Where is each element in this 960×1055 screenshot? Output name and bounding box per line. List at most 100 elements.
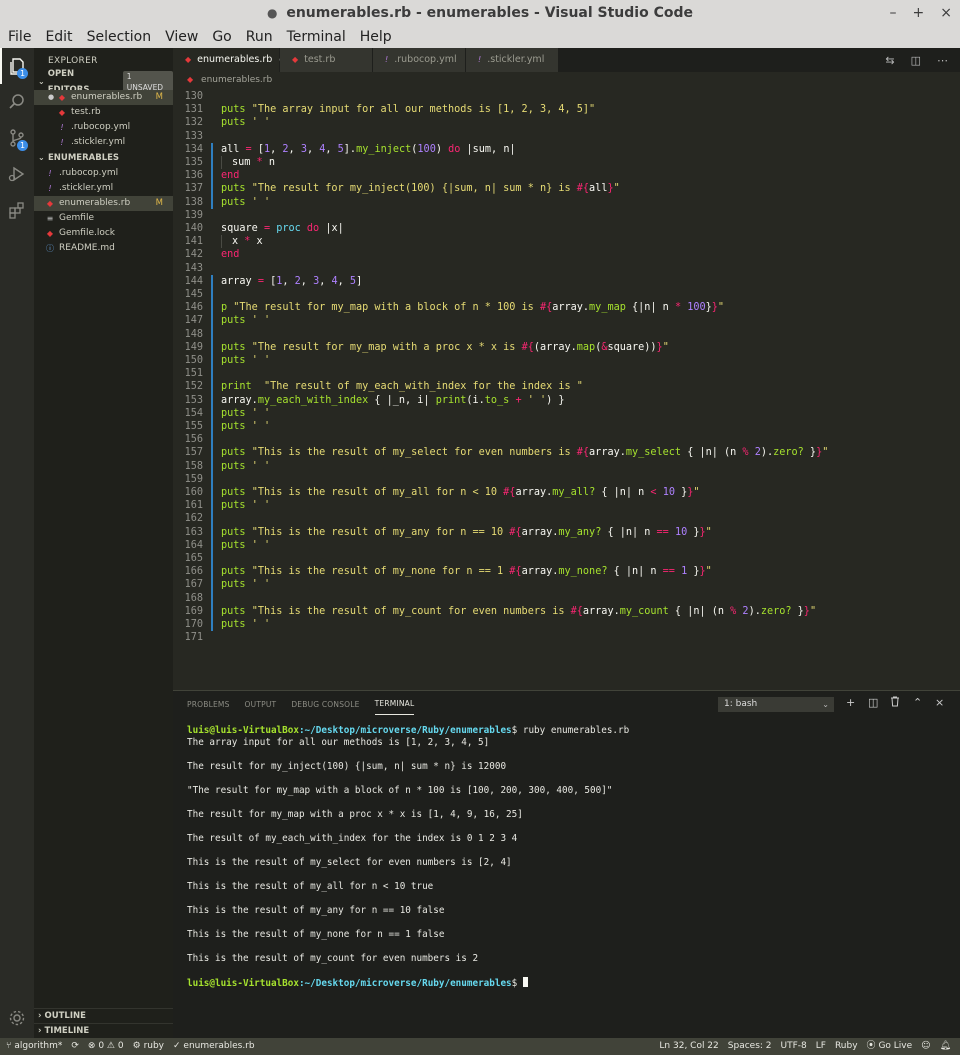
code-line: 132 puts ' '	[173, 116, 833, 129]
language-mode[interactable]: Ruby	[835, 1038, 858, 1055]
file-item[interactable]: ◆ Gemfile.lock	[34, 226, 173, 241]
git-change-marker	[211, 525, 213, 539]
editor-tab[interactable]: ◆ test.rb	[280, 48, 372, 72]
yml-icon: !	[48, 169, 52, 178]
feedback-icon[interactable]: ☺	[921, 1038, 930, 1055]
terminal-output[interactable]: luis@luis-VirtualBox:~/Desktop/microvers…	[187, 725, 947, 989]
editor-tab[interactable]: ◆enumerables.rb●	[173, 48, 287, 72]
code-token: ' '	[251, 421, 271, 432]
tab-terminal[interactable]: TERMINAL	[374, 693, 415, 715]
file-name: .rubocop.yml	[71, 122, 131, 132]
file-item[interactable]: ! .rubocop.yml	[34, 166, 173, 181]
code-editor[interactable]: 130 131 puts "The array input for all our …	[173, 88, 960, 690]
ruby-indicator[interactable]: ⚙ ruby	[133, 1038, 164, 1055]
file-item[interactable]: ⓘ README.md	[34, 241, 173, 256]
code-line: 144 array = [1, 2, 3, 4, 5]	[173, 274, 833, 288]
explorer-badge: 1	[17, 68, 28, 79]
file-item[interactable]: ● ◆ enumerables.rb M	[34, 90, 173, 105]
prompt-end: $	[511, 978, 523, 989]
file-item[interactable]: ◆ enumerables.rb M	[34, 196, 173, 211]
tab-debug-console[interactable]: DEBUG CONSOLE	[291, 694, 359, 715]
run-debug-button[interactable]	[0, 156, 34, 192]
file-item[interactable]: ≡ Gemfile	[34, 211, 173, 226]
explorer-button[interactable]: 1	[0, 48, 34, 84]
file-item[interactable]: ! .stickler.yml	[34, 181, 173, 196]
code-line: 134 all = [1, 2, 3, 4, 5].my_inject(100) …	[173, 142, 833, 156]
new-terminal-icon[interactable]: +	[846, 696, 855, 709]
terminal-select[interactable]: 1: bash ⌄	[718, 697, 834, 712]
menu-file[interactable]: File	[8, 29, 31, 45]
menu-view[interactable]: View	[165, 29, 198, 45]
close-panel-icon[interactable]: ×	[935, 696, 944, 709]
line-number: 143	[184, 262, 203, 274]
file-name: .stickler.yml	[59, 183, 114, 193]
open-editors-header[interactable]: ⌄ OPEN EDITORS 1 UNSAVED	[34, 69, 173, 95]
folder-header[interactable]: ⌄ ENUMERABLES	[34, 150, 173, 166]
code-token: end	[221, 249, 240, 261]
menu-selection[interactable]: Selection	[87, 29, 152, 45]
maximize-button[interactable]: +	[913, 0, 925, 26]
more-actions-icon[interactable]: ⋯	[937, 54, 948, 67]
line-number: 130	[184, 91, 203, 102]
manage-button[interactable]	[0, 1000, 34, 1036]
problems-indicator[interactable]: ⊗ 0 ⚠ 0	[88, 1038, 124, 1055]
branch-indicator[interactable]: ⑂ algorithm*	[6, 1038, 62, 1055]
extensions-button[interactable]	[0, 192, 34, 228]
menu-help[interactable]: Help	[360, 29, 392, 45]
terminal-line: The result for my_map with a proc x * x …	[187, 809, 523, 820]
git-change-marker	[211, 182, 213, 196]
file-item[interactable]: ! .rubocop.yml	[34, 120, 173, 135]
modified-flag: M	[155, 92, 163, 102]
cursor-position[interactable]: Ln 32, Col 22	[659, 1038, 718, 1055]
code-text: puts ' '	[221, 578, 270, 591]
indentation[interactable]: Spaces: 2	[728, 1038, 772, 1055]
timeline-section[interactable]: › TIMELINE	[34, 1023, 173, 1038]
maximize-panel-icon[interactable]: ⌃	[913, 696, 922, 709]
go-live-button[interactable]: ⦿ Go Live	[867, 1038, 913, 1055]
end-of-line[interactable]: LF	[816, 1038, 826, 1055]
open-changes-icon[interactable]: ⇆	[885, 54, 894, 67]
tab-problems[interactable]: PROBLEMS	[187, 694, 230, 715]
lint-file-indicator[interactable]: ✓ enumerables.rb	[173, 1038, 255, 1055]
file-item[interactable]: ! .stickler.yml	[34, 135, 173, 150]
unsaved-dot: ●	[266, 6, 278, 20]
tab-output[interactable]: OUTPUT	[245, 694, 277, 715]
code-token: my_inject	[356, 143, 412, 155]
go-live-label: Go Live	[878, 1041, 913, 1051]
split-terminal-icon[interactable]: ◫	[868, 696, 878, 709]
line-number: 132	[184, 117, 203, 129]
search-button[interactable]	[0, 84, 34, 120]
editor-tab[interactable]: ! .rubocop.yml	[373, 48, 465, 72]
outline-section[interactable]: › OUTLINE	[34, 1008, 173, 1023]
code-token: {|n| n	[625, 302, 675, 314]
code-token: ,	[306, 143, 320, 155]
code-token: array.	[582, 605, 620, 617]
file-item[interactable]: ◆ test.rb	[34, 105, 173, 120]
editor-tab[interactable]: ! .stickler.yml	[466, 48, 558, 72]
git-change-marker	[211, 222, 213, 235]
terminal-line: "The result for my_map with a block of n…	[187, 785, 613, 796]
split-editor-icon[interactable]: ◫	[911, 54, 921, 67]
minimize-button[interactable]: –	[890, 0, 897, 26]
notifications-icon[interactable]: 🔔︎	[940, 1038, 951, 1055]
trash-icon[interactable]	[890, 696, 900, 710]
git-change-marker	[211, 156, 213, 170]
line-number: 148	[184, 328, 203, 340]
menu-go[interactable]: Go	[212, 29, 231, 45]
close-window-button[interactable]: ×	[940, 0, 952, 26]
code-token: "	[705, 526, 712, 538]
code-text: puts ' '	[221, 116, 270, 129]
code-token: }	[674, 487, 688, 498]
breadcrumb[interactable]: ◆ enumerables.rb	[173, 72, 960, 88]
encoding[interactable]: UTF-8	[781, 1038, 807, 1055]
prompt-end: $	[511, 725, 523, 736]
menu-edit[interactable]: Edit	[45, 29, 72, 45]
menu-run[interactable]: Run	[246, 29, 273, 45]
sync-icon[interactable]: ⟳	[71, 1038, 79, 1055]
source-control-button[interactable]: 1	[0, 120, 34, 156]
menu-terminal[interactable]: Terminal	[287, 29, 346, 45]
dirty-dot-icon[interactable]: ●	[48, 90, 56, 105]
